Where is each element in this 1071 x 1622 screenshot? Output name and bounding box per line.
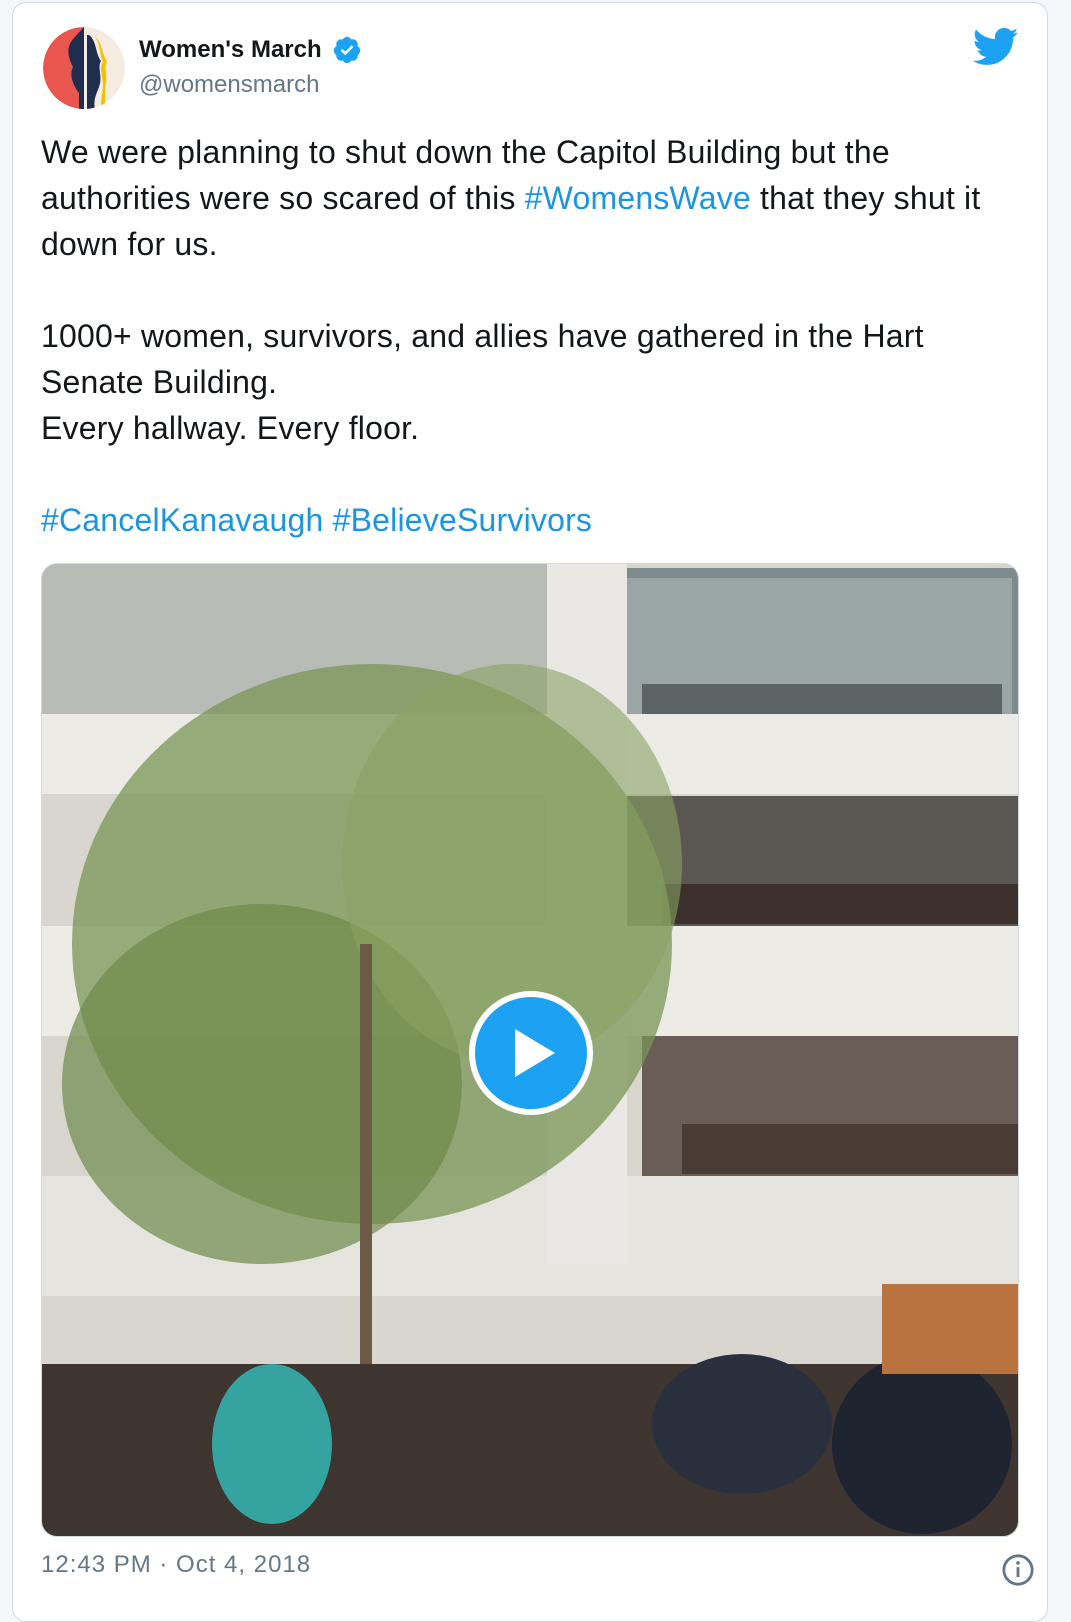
avatar[interactable]	[43, 27, 125, 109]
tweet-card: Women's March @womensmarch We were plann…	[12, 2, 1048, 1622]
tweet-timestamp[interactable]: 12:43 PM · Oct 4, 2018	[41, 1551, 311, 1579]
info-icon[interactable]	[1001, 1553, 1035, 1587]
tweet-paragraph-1: We were planning to shut down the Capito…	[41, 129, 1031, 267]
tweet-paragraph-2: 1000+ women, survivors, and allies have …	[41, 318, 924, 400]
handle[interactable]: @womensmarch	[139, 71, 362, 99]
hashtag-cancelkanavaugh-link[interactable]: #CancelKanavaugh	[41, 502, 324, 538]
hashtag-believesurvivors-link[interactable]: #BelieveSurvivors	[333, 502, 593, 538]
tweet-hashtags: #CancelKanavaugh #BelieveSurvivors	[41, 497, 1031, 543]
video-thumbnail[interactable]	[41, 563, 1019, 1537]
tweet-paragraph-3: Every hallway. Every floor.	[41, 410, 420, 446]
verified-badge-icon	[333, 36, 361, 64]
hashtag-womenswave-link[interactable]: #WomensWave	[525, 180, 751, 216]
play-button[interactable]	[469, 991, 593, 1115]
tweet-text: We were planning to shut down the Capito…	[41, 129, 1031, 543]
display-name[interactable]: Women's March	[139, 36, 322, 64]
play-icon	[515, 1029, 555, 1077]
author-block[interactable]: Women's March @womensmarch	[139, 35, 362, 99]
twitter-bird-icon[interactable]	[973, 27, 1019, 67]
